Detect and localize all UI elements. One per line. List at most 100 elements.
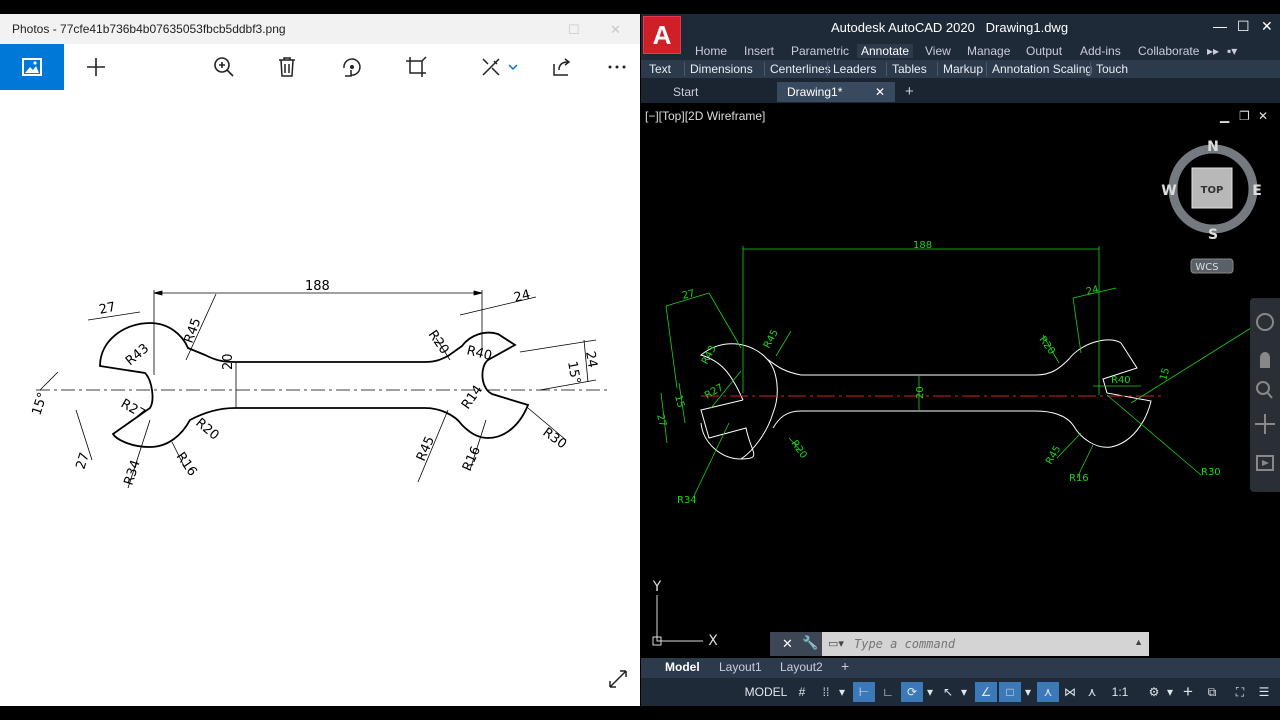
view-image-button[interactable] <box>0 44 64 90</box>
workspace-gear-icon[interactable]: ⚙ <box>1145 682 1163 702</box>
workspace-dropdown-icon[interactable]: ▾ <box>1165 682 1175 702</box>
selection-dropdown-icon[interactable]: ▾ <box>1023 682 1033 702</box>
annotation-scale-value[interactable]: 1:1 <box>1105 682 1135 702</box>
layout-tabs: Model Layout1 Layout2 + <box>641 658 1280 678</box>
panel-tables[interactable]: Tables <box>892 61 927 77</box>
tab-output[interactable]: Output <box>1026 44 1062 58</box>
command-input[interactable] <box>854 635 1134 653</box>
tab-annotate[interactable]: Annotate <box>857 44 914 58</box>
photo-radius-2: R43 <box>123 341 152 369</box>
ucs-icon: Y X <box>652 579 718 649</box>
delete-button[interactable] <box>264 44 310 90</box>
ucs-y: Y <box>652 579 662 595</box>
panel-leaders[interactable]: Leaders <box>833 61 876 77</box>
compass-w[interactable]: W <box>1161 183 1176 199</box>
tab-collaborate[interactable]: Collaborate <box>1138 44 1199 58</box>
crop-button[interactable] <box>393 44 439 90</box>
tab-layout1[interactable]: Layout1 <box>719 660 762 674</box>
snap-icon[interactable]: ⁞⁞ <box>817 682 835 702</box>
image-icon <box>22 58 42 76</box>
grid-icon[interactable]: # <box>793 682 811 702</box>
isolate-objects-icon[interactable]: ⧉ <box>1203 682 1221 702</box>
more-button[interactable] <box>594 44 640 90</box>
ortho-icon[interactable]: ⊢ <box>853 682 875 702</box>
otrack-icon[interactable]: ↖ <box>939 682 957 702</box>
share-button[interactable] <box>539 44 585 90</box>
osnap-icon[interactable]: ⟳ <box>901 682 923 702</box>
panel-touch[interactable]: Touch <box>1096 61 1128 77</box>
wcs-menu[interactable]: WCS <box>1195 262 1218 273</box>
rotate-button[interactable] <box>328 44 374 90</box>
tab-model[interactable]: Model <box>665 660 700 674</box>
add-layout-button[interactable]: + <box>841 658 849 674</box>
tab-addins[interactable]: Add-ins <box>1080 44 1121 58</box>
cad-dim-27-left: 27 <box>654 413 668 428</box>
cad-radius-3: R27 <box>703 382 726 401</box>
tab-view[interactable]: View <box>925 44 951 58</box>
photo-dim-24-top: 24 <box>512 287 532 306</box>
panel-annotation-scaling[interactable]: Annotation Scaling <box>992 61 1092 77</box>
snap-dropdown-icon[interactable]: ▾ <box>837 682 847 702</box>
lineweight-icon[interactable]: ∠ <box>975 682 997 702</box>
command-expand-icon[interactable]: ▲ <box>1134 637 1143 647</box>
close-tab-icon[interactable]: ✕ <box>875 82 885 102</box>
tab-insert[interactable]: Insert <box>744 44 774 58</box>
file-tab-label: Drawing1* <box>787 85 843 99</box>
file-tab-drawing1[interactable]: Drawing1* ✕ <box>777 82 895 102</box>
compass-s[interactable]: S <box>1208 227 1218 243</box>
tab-parametric[interactable]: Parametric <box>791 44 849 58</box>
tab-manage[interactable]: Manage <box>967 44 1010 58</box>
photo-canvas[interactable]: 188 27 24 20 24 15° 27 15° R45 R43 R27 R… <box>0 90 640 706</box>
tab-home[interactable]: Home <box>695 44 727 58</box>
panel-markup[interactable]: Markup <box>943 61 983 77</box>
new-tab-button[interactable]: + <box>905 82 914 102</box>
model-space-button[interactable]: MODEL <box>743 682 789 702</box>
viewcube[interactable]: TOP N S E W WCS <box>1161 139 1262 274</box>
annotation-visibility-icon[interactable]: ⋏ <box>1037 682 1059 702</box>
wrench-icon[interactable]: 🔧 <box>802 635 818 651</box>
minimize-icon[interactable]: — <box>1213 18 1227 34</box>
photo-dim-24-right: 24 <box>582 350 600 369</box>
more-tabs-icon[interactable]: ▸▸ <box>1207 44 1219 58</box>
file-tab-start[interactable]: Start <box>673 82 763 102</box>
panel-text[interactable]: Text <box>649 61 671 77</box>
compass-n[interactable]: N <box>1207 139 1219 155</box>
cad-dim-20: 20 <box>915 386 926 399</box>
command-history-icon[interactable]: ▭▾ <box>828 637 844 650</box>
viewcube-top[interactable]: TOP <box>1201 185 1224 196</box>
desktop: Photos - 77cfe41b736b4b07635053fbcb5ddbf… <box>0 0 1280 720</box>
edit-button[interactable] <box>470 44 530 90</box>
transparency-icon[interactable]: □ <box>999 682 1021 702</box>
annotation-scale-icon[interactable]: ⋏ <box>1083 682 1101 702</box>
annotation-monitor-icon[interactable]: + <box>1177 682 1199 702</box>
drawing-viewport[interactable]: [−][Top][2D Wireframe] ▁ ❐ ✕ TOP N S E W… <box>641 103 1280 658</box>
photo-radius-1: R45 <box>182 316 205 345</box>
maximize-icon[interactable]: ☐ <box>1237 18 1250 35</box>
close-icon[interactable]: ✕ <box>1261 18 1273 35</box>
auto-scale-icon[interactable]: ⋈ <box>1061 682 1079 702</box>
video-icon[interactable]: ▪▾ <box>1227 44 1237 58</box>
clean-screen-icon[interactable]: ⛶ <box>1231 682 1249 702</box>
photo-dim-188: 188 <box>305 279 330 294</box>
navigation-bar[interactable] <box>1250 298 1280 492</box>
cad-dim-27-top: 27 <box>681 288 696 302</box>
add-button[interactable] <box>73 44 119 90</box>
application-menu-button[interactable]: A <box>643 16 681 54</box>
close-icon[interactable]: ✕ <box>610 22 621 38</box>
panel-centerlines[interactable]: Centerlines <box>770 61 831 77</box>
compass-e[interactable]: E <box>1252 183 1262 199</box>
close-command-icon[interactable]: ✕ <box>782 636 793 652</box>
osnap-dropdown-icon[interactable]: ▾ <box>925 682 935 702</box>
photo-dimension-labels: 188 27 24 20 24 15° 27 15° R45 R43 R27 R… <box>30 279 600 487</box>
otrack-dropdown-icon[interactable]: ▾ <box>959 682 969 702</box>
panel-dimensions[interactable]: Dimensions <box>690 61 753 77</box>
tab-layout2[interactable]: Layout2 <box>780 660 823 674</box>
maximize-icon[interactable]: ☐ <box>568 22 580 38</box>
photo-radius-11: R45 <box>414 434 438 463</box>
zoom-button[interactable] <box>201 44 247 90</box>
cad-dim-24-top: 24 <box>1085 284 1100 298</box>
fullscreen-button[interactable] <box>608 669 628 694</box>
ribbon-tabs: Home Insert Parametric Annotate View Man… <box>641 42 1280 60</box>
customize-menu-icon[interactable]: ☰ <box>1255 682 1273 702</box>
polar-icon[interactable]: ∟ <box>879 682 897 702</box>
